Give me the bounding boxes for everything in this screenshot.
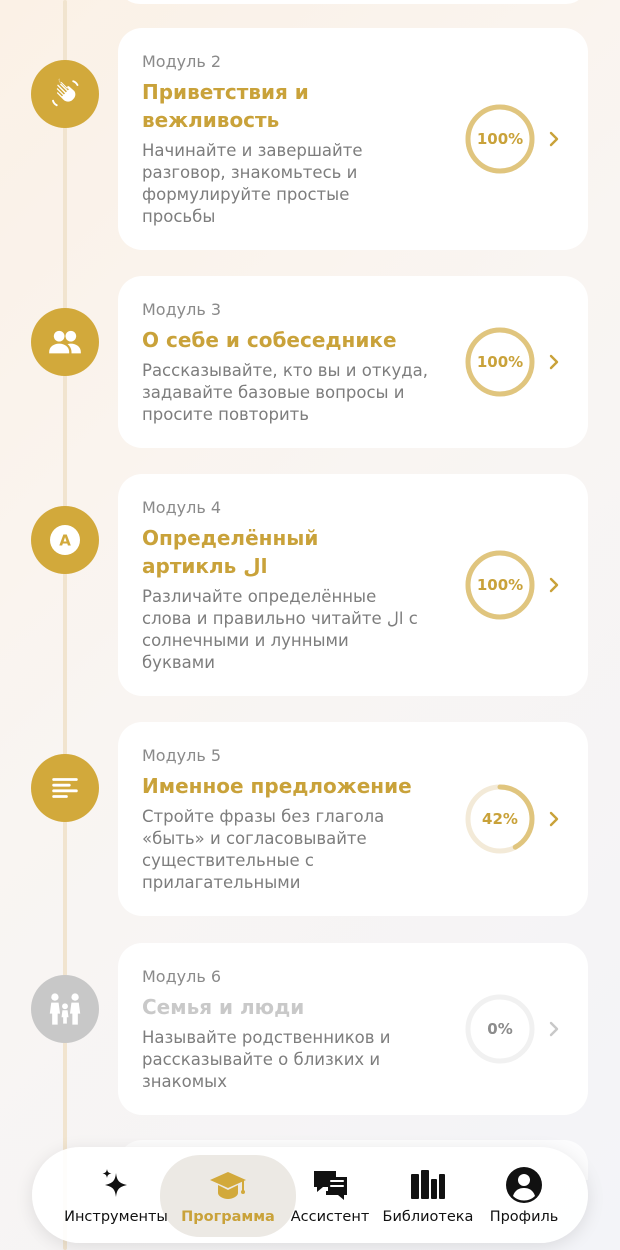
module-node <box>31 975 99 1043</box>
module-card[interactable]: Модуль 2 Приветствия и вежливость Начина… <box>118 28 588 250</box>
sparkles-icon <box>102 1169 127 1197</box>
bottom-navigation: Инструменты Программа Ассистент Библиоте… <box>32 1147 588 1243</box>
chevron-right-icon <box>549 1021 559 1037</box>
nav-item-profile[interactable]: Профиль <box>478 1147 570 1243</box>
progress-ring: 42% <box>464 783 536 855</box>
module-node: A <box>31 506 99 574</box>
module-title: Определённый артикль ال <box>142 526 319 578</box>
progress-percent: 100% <box>476 353 524 371</box>
people-icon <box>49 330 81 354</box>
nav-item-library[interactable]: Библиотека <box>378 1147 478 1243</box>
progress-percent: 100% <box>476 130 524 148</box>
module-description: Называйте родственников и рассказывайте … <box>142 1028 391 1091</box>
progress-ring: 100% <box>464 326 536 398</box>
module-node <box>31 308 99 376</box>
progress-ring: 100% <box>464 103 536 175</box>
module-label: Модуль 4 <box>142 498 222 517</box>
chevron-right-icon <box>549 131 559 147</box>
module-title: О себе и собеседнике <box>142 328 397 352</box>
module-title: Приветствия и вежливость <box>142 80 309 132</box>
letter-a-icon: A <box>50 525 80 555</box>
module-description: Рассказывайте, кто вы и откуда, задавайт… <box>142 361 428 424</box>
module-label: Модуль 3 <box>142 300 222 319</box>
nav-label: Программа <box>181 1209 275 1225</box>
module-label: Модуль 2 <box>142 52 222 71</box>
chevron-right-icon <box>549 577 559 593</box>
family-icon <box>49 993 81 1025</box>
timeline-line <box>63 0 67 1250</box>
module-card[interactable]: Модуль 5 Именное предложение Стройте фра… <box>118 722 588 916</box>
nav-label: Инструменты <box>64 1209 168 1225</box>
progress-ring: 0% <box>464 993 536 1065</box>
nav-item-tools[interactable]: Инструменты <box>60 1147 172 1243</box>
nav-label: Ассистент <box>290 1209 370 1225</box>
progress-percent: 100% <box>476 576 524 594</box>
chevron-right-icon <box>549 354 559 370</box>
node-letter: A <box>59 532 71 550</box>
module-card[interactable]: Модуль 6 Семья и люди Называйте родствен… <box>118 943 588 1115</box>
module-label: Модуль 6 <box>142 967 222 986</box>
chat-bubbles-icon <box>314 1171 347 1200</box>
text-lines-icon <box>52 778 78 798</box>
graduation-cap-icon <box>210 1172 246 1199</box>
module-node <box>31 60 99 128</box>
module-title: Именное предложение <box>142 774 412 798</box>
nav-item-assistant[interactable]: Ассистент <box>284 1147 376 1243</box>
waving-hand-icon <box>52 78 79 107</box>
books-icon <box>411 1170 445 1199</box>
nav-label: Профиль <box>489 1209 559 1225</box>
module-card[interactable]: Модуль 4 Определённый артикль ال Различа… <box>118 474 588 696</box>
module-label: Модуль 5 <box>142 746 222 765</box>
progress-percent: 0% <box>487 1020 513 1038</box>
module-description: Стройте фразы без глагола «быть» и согла… <box>142 807 385 892</box>
previous-module-card[interactable] <box>118 0 588 4</box>
progress-ring: 100% <box>464 549 536 621</box>
progress-percent: 42% <box>482 810 518 828</box>
profile-icon <box>506 1167 542 1203</box>
module-card[interactable]: Модуль 3 О себе и собеседнике Рассказыва… <box>118 276 588 448</box>
chevron-right-icon <box>549 811 559 827</box>
module-title: Семья и люди <box>142 995 305 1019</box>
module-description: Различайте определённые слова и правильн… <box>142 587 418 672</box>
nav-item-program[interactable]: Программа <box>172 1147 284 1243</box>
module-description: Начинайте и завершайте разговор, знакомь… <box>142 141 363 226</box>
module-node <box>31 754 99 822</box>
nav-label: Библиотека <box>382 1209 474 1225</box>
